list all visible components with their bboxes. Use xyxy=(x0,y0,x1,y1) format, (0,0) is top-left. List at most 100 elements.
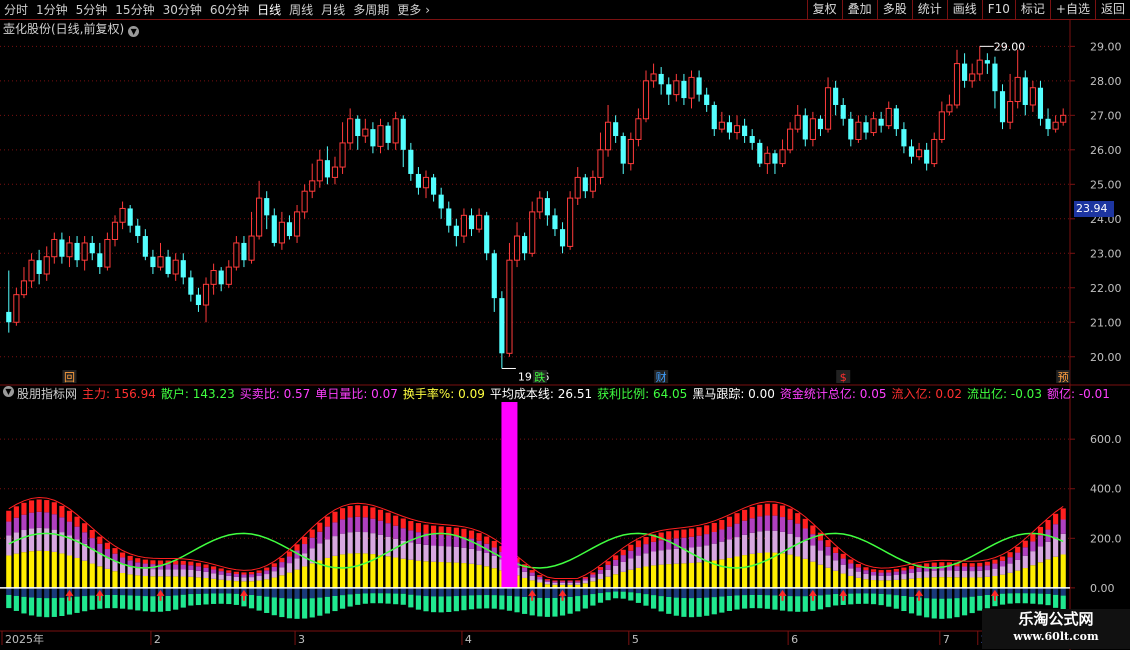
indicator-bar xyxy=(211,569,217,574)
indicator-bar xyxy=(370,518,376,534)
action-button[interactable]: +自选 xyxy=(1049,0,1095,20)
action-button[interactable]: F10 xyxy=(981,0,1015,20)
candle-body xyxy=(718,121,725,130)
period-tab[interactable]: 5分钟 xyxy=(72,0,112,20)
indicator-bar xyxy=(529,572,535,576)
candle-body xyxy=(392,118,399,144)
candle-body xyxy=(931,138,938,165)
action-button[interactable]: 返回 xyxy=(1094,0,1130,20)
indicator-bar xyxy=(999,556,1006,561)
indicator-bar xyxy=(74,526,80,540)
outflow-bar xyxy=(468,587,475,596)
indicator-bar xyxy=(779,505,786,518)
indicator-bar xyxy=(461,563,467,588)
period-tab[interactable]: 60分钟 xyxy=(206,0,253,20)
indicator-bar xyxy=(317,543,323,561)
main-chart-title[interactable]: 壶化股份(日线,前复权) ▼ xyxy=(3,21,140,37)
candle-body xyxy=(908,146,915,157)
candle-body xyxy=(779,149,786,165)
indicator-tick-label: 0.00 xyxy=(1090,582,1115,595)
outflow-bar xyxy=(635,587,641,594)
up-arrow-icon xyxy=(156,589,165,601)
indicator-bar xyxy=(1045,541,1051,560)
price-tick-label: 21.00 xyxy=(1090,316,1122,329)
indicator-bar xyxy=(635,567,641,588)
indicator-bar xyxy=(870,569,877,572)
outflow-bar xyxy=(999,587,1006,594)
indicator-bar xyxy=(1053,556,1059,588)
indicator-bar xyxy=(628,544,634,551)
indicator-bar xyxy=(491,568,497,588)
candle-body xyxy=(89,242,95,254)
action-button[interactable]: 复权 xyxy=(806,0,842,20)
outflow-bar xyxy=(962,587,968,598)
outflow-bar xyxy=(908,587,915,597)
outflow-bar xyxy=(1037,587,1044,594)
outflow-bar xyxy=(438,587,444,597)
indicator-name[interactable]: 股朋指标网 xyxy=(17,386,77,402)
indicator-bar xyxy=(195,570,202,578)
action-button[interactable]: 多股 xyxy=(876,0,912,20)
indicator-bar xyxy=(1045,520,1051,530)
period-tab[interactable]: 周线 xyxy=(285,0,317,20)
outflow-bar xyxy=(28,587,35,598)
indicator-bar xyxy=(484,566,490,588)
date-tick-label: 6 xyxy=(791,633,798,646)
indicator-bar xyxy=(309,563,315,588)
candle-body xyxy=(582,177,588,192)
candle-body xyxy=(81,242,88,261)
outflow-bar xyxy=(825,594,831,608)
outflow-bar xyxy=(848,593,854,605)
legend-item: 获利比例: 64.05 xyxy=(597,387,688,401)
candle-body xyxy=(749,136,755,143)
period-tab[interactable]: 日线 xyxy=(253,0,285,20)
outflow-bar xyxy=(704,597,710,616)
period-tab[interactable]: 分时 xyxy=(0,0,32,20)
event-marker: 财 xyxy=(656,370,667,384)
outflow-bar xyxy=(1030,593,1036,604)
indicator-bar xyxy=(324,516,330,527)
period-tab[interactable]: 15分钟 xyxy=(111,0,158,20)
action-button[interactable]: 叠加 xyxy=(841,0,877,20)
action-button[interactable]: 画线 xyxy=(946,0,982,20)
action-button[interactable]: 统计 xyxy=(911,0,947,20)
period-tab[interactable]: 月线 xyxy=(317,0,349,20)
indicator-bar xyxy=(795,537,801,557)
indicator-bar xyxy=(362,517,368,533)
period-tab[interactable]: 多周期 xyxy=(349,0,393,20)
outflow-bar xyxy=(491,587,497,596)
outflow-bar xyxy=(931,587,937,599)
indicator-bar xyxy=(1060,554,1066,588)
indicator-bar xyxy=(1053,513,1059,525)
indicator-bar xyxy=(833,570,839,588)
candle-body xyxy=(172,259,179,275)
period-tab[interactable]: 30分钟 xyxy=(159,0,206,20)
chevron-down-icon[interactable]: ▼ xyxy=(3,386,14,397)
indicator-bar xyxy=(339,508,346,520)
period-tab[interactable]: 更多 xyxy=(393,0,425,20)
indicator-bar xyxy=(764,530,770,553)
action-button[interactable]: 标记 xyxy=(1014,0,1050,20)
candle-body xyxy=(233,242,240,268)
indicator-bar xyxy=(825,546,831,556)
outflow-bar xyxy=(522,587,528,597)
indicator-bar xyxy=(840,553,846,559)
indicator-bar xyxy=(74,557,80,588)
outflow-bar xyxy=(878,593,884,606)
period-tab[interactable]: 1分钟 xyxy=(32,0,72,20)
candle-body xyxy=(476,214,483,230)
outflow-bar xyxy=(112,594,118,609)
outflow-bar xyxy=(377,587,384,594)
candle-body xyxy=(135,225,141,237)
outflow-bar xyxy=(355,587,361,594)
indicator-bar xyxy=(415,543,422,561)
candle-body xyxy=(915,149,923,158)
indicator-bar xyxy=(537,575,543,577)
chevron-down-icon[interactable]: ▼ xyxy=(128,26,140,37)
outflow-bar xyxy=(537,597,543,617)
indicator-bar xyxy=(218,571,224,575)
outflow-bar xyxy=(514,587,520,597)
indicator-bar xyxy=(984,576,990,588)
indicator-bar xyxy=(165,569,171,577)
chevron-right-icon[interactable]: › xyxy=(425,0,434,20)
